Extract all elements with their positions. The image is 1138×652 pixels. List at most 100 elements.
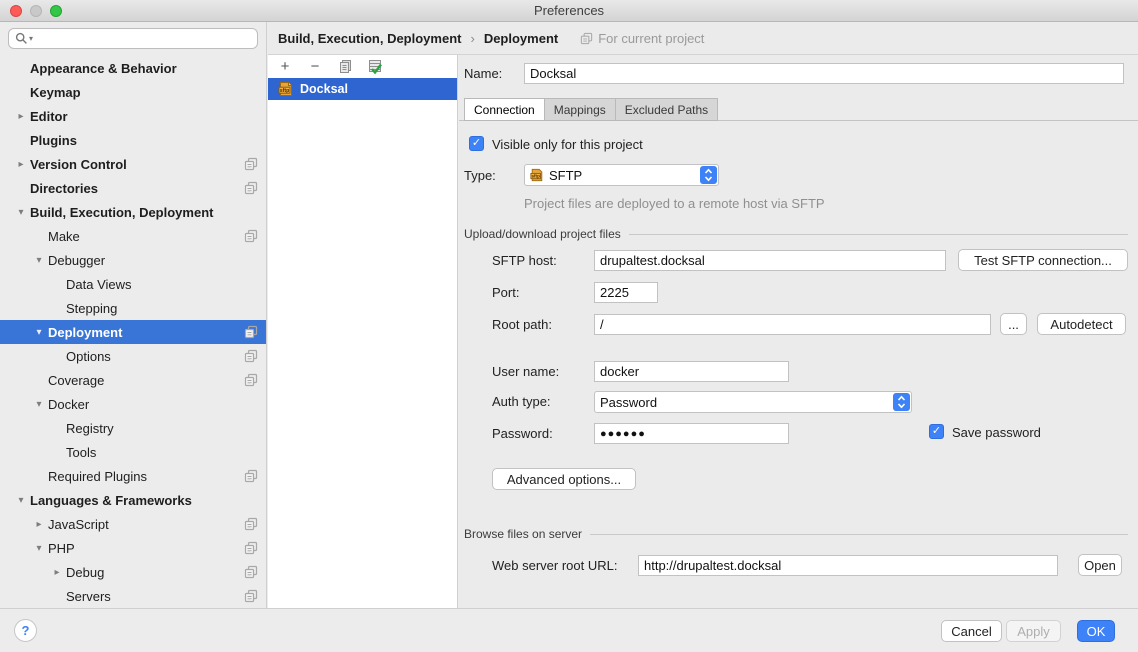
auth-type-value: Password xyxy=(600,395,657,410)
breadcrumb: Build, Execution, Deployment › Deploymen… xyxy=(268,22,1138,55)
sidebar-item-plugins[interactable]: Plugins xyxy=(0,128,266,152)
auth-type-select-stepper-icon[interactable] xyxy=(893,393,910,411)
sidebar-item-debugger[interactable]: ▾Debugger xyxy=(0,248,266,272)
scope-label: For current project xyxy=(598,31,704,46)
upload-section-label: Upload/download project files xyxy=(464,227,621,241)
sidebar-item-registry[interactable]: Registry xyxy=(0,416,266,440)
cancel-button[interactable]: Cancel xyxy=(941,620,1002,642)
sidebar-item-label: Registry xyxy=(66,421,114,436)
zoom-window-button[interactable] xyxy=(50,5,62,17)
sidebar-item-javascript[interactable]: ▸JavaScript xyxy=(0,512,266,536)
web-root-input[interactable] xyxy=(638,555,1058,576)
type-select[interactable]: sftp SFTP xyxy=(524,164,719,186)
sidebar-item-languages-frameworks[interactable]: ▾Languages & Frameworks xyxy=(0,488,266,512)
sidebar-item-tools[interactable]: Tools xyxy=(0,440,266,464)
type-select-stepper-icon[interactable] xyxy=(700,166,717,184)
password-input[interactable] xyxy=(594,423,789,444)
name-input[interactable] xyxy=(524,63,1124,84)
expand-arrow-icon[interactable]: ▾ xyxy=(30,255,48,266)
sidebar-item-make[interactable]: Make xyxy=(0,224,266,248)
type-hint: Project files are deployed to a remote h… xyxy=(524,196,825,211)
breadcrumb-build-execution-deployment[interactable]: Build, Execution, Deployment xyxy=(278,31,461,46)
expand-arrow-icon[interactable]: ▾ xyxy=(12,207,30,218)
server-item-docksal[interactable]: sftp Docksal xyxy=(268,78,457,100)
close-window-button[interactable] xyxy=(10,5,22,17)
for-current-project-icon xyxy=(580,32,593,45)
settings-search-box[interactable]: ▾ xyxy=(8,28,258,49)
tab-mappings[interactable]: Mappings xyxy=(544,98,615,121)
expand-arrow-icon[interactable]: ▸ xyxy=(48,567,66,578)
expand-arrow-icon[interactable]: ▸ xyxy=(12,111,30,122)
sidebar-item-options[interactable]: Options xyxy=(0,344,266,368)
sidebar-item-required-plugins[interactable]: Required Plugins xyxy=(0,464,266,488)
sidebar-item-label: PHP xyxy=(48,541,75,556)
root-path-input[interactable] xyxy=(594,314,991,335)
use-as-default-icon xyxy=(367,59,383,75)
sidebar-item-label: Keymap xyxy=(30,85,81,100)
sidebar-item-label: Appearance & Behavior xyxy=(30,61,177,76)
expand-arrow-icon[interactable]: ▾ xyxy=(30,543,48,554)
copy-server-button[interactable] xyxy=(336,58,354,76)
open-url-button[interactable]: Open xyxy=(1078,554,1122,576)
sidebar-item-stepping[interactable]: Stepping xyxy=(0,296,266,320)
sidebar-item-directories[interactable]: Directories xyxy=(0,176,266,200)
server-list-panel: + − xyxy=(268,55,458,608)
add-server-button[interactable]: + xyxy=(276,58,294,76)
expand-arrow-icon[interactable]: ▸ xyxy=(12,159,30,170)
deployment-form: Name: Connection Mappings Excluded Paths… xyxy=(459,55,1138,608)
search-options-arrow-icon[interactable]: ▾ xyxy=(29,34,33,43)
breadcrumb-deployment[interactable]: Deployment xyxy=(484,31,558,46)
in-project-icon xyxy=(244,157,258,171)
auth-type-label: Auth type: xyxy=(492,394,551,409)
expand-arrow-icon[interactable]: ▾ xyxy=(30,399,48,410)
browse-root-path-button[interactable]: ... xyxy=(1000,313,1027,335)
sftp-host-input[interactable] xyxy=(594,250,946,271)
scope-indicator: For current project xyxy=(580,31,704,46)
expand-arrow-icon[interactable]: ▸ xyxy=(30,519,48,530)
test-sftp-connection-button[interactable]: Test SFTP connection... xyxy=(958,249,1128,271)
visible-only-label: Visible only for this project xyxy=(492,137,643,152)
sidebar-item-deployment[interactable]: ▾Deployment xyxy=(0,320,266,344)
user-name-input[interactable] xyxy=(594,361,789,382)
save-password-checkbox[interactable]: ✓ xyxy=(929,424,944,439)
visible-only-checkbox[interactable]: ✓ xyxy=(469,136,484,151)
sidebar-item-servers[interactable]: Servers xyxy=(0,584,266,608)
sidebar-item-keymap[interactable]: Keymap xyxy=(0,80,266,104)
autodetect-button[interactable]: Autodetect xyxy=(1037,313,1126,335)
sidebar-item-editor[interactable]: ▸Editor xyxy=(0,104,266,128)
sftp-file-icon: sftp xyxy=(278,81,294,97)
sidebar-item-docker[interactable]: ▾Docker xyxy=(0,392,266,416)
in-project-icon xyxy=(244,589,258,603)
minimize-window-button[interactable] xyxy=(30,5,42,17)
in-project-icon xyxy=(244,565,258,579)
auth-type-select[interactable]: Password xyxy=(594,391,912,413)
name-label: Name: xyxy=(464,66,502,81)
help-button[interactable]: ? xyxy=(14,619,37,642)
sidebar-item-label: Debug xyxy=(66,565,104,580)
expand-arrow-icon[interactable]: ▾ xyxy=(12,495,30,506)
expand-arrow-icon[interactable]: ▾ xyxy=(30,327,48,338)
sidebar-item-php[interactable]: ▾PHP xyxy=(0,536,266,560)
sidebar-item-appearance-behavior[interactable]: Appearance & Behavior xyxy=(0,56,266,80)
in-project-icon xyxy=(244,349,258,363)
use-as-default-button[interactable] xyxy=(366,58,384,76)
copy-icon xyxy=(338,59,353,74)
port-input[interactable] xyxy=(594,282,658,303)
tab-connection[interactable]: Connection xyxy=(464,98,544,121)
sidebar-item-label: Deployment xyxy=(48,325,122,340)
sidebar-item-debug[interactable]: ▸Debug xyxy=(0,560,266,584)
sidebar-item-coverage[interactable]: Coverage xyxy=(0,368,266,392)
sidebar-item-build-execution-deployment[interactable]: ▾Build, Execution, Deployment xyxy=(0,200,266,224)
ok-button[interactable]: OK xyxy=(1077,620,1115,642)
sidebar-item-label: Required Plugins xyxy=(48,469,147,484)
upload-section-header: Upload/download project files xyxy=(464,227,1128,241)
sidebar-item-version-control[interactable]: ▸Version Control xyxy=(0,152,266,176)
tab-excluded-paths[interactable]: Excluded Paths xyxy=(615,98,718,121)
search-input[interactable] xyxy=(37,31,251,47)
remove-server-button[interactable]: − xyxy=(306,58,324,76)
apply-button[interactable]: Apply xyxy=(1006,620,1061,642)
server-name: Docksal xyxy=(300,82,348,96)
svg-text:sftp: sftp xyxy=(280,88,290,94)
sidebar-item-data-views[interactable]: Data Views xyxy=(0,272,266,296)
advanced-options-button[interactable]: Advanced options... xyxy=(492,468,636,490)
